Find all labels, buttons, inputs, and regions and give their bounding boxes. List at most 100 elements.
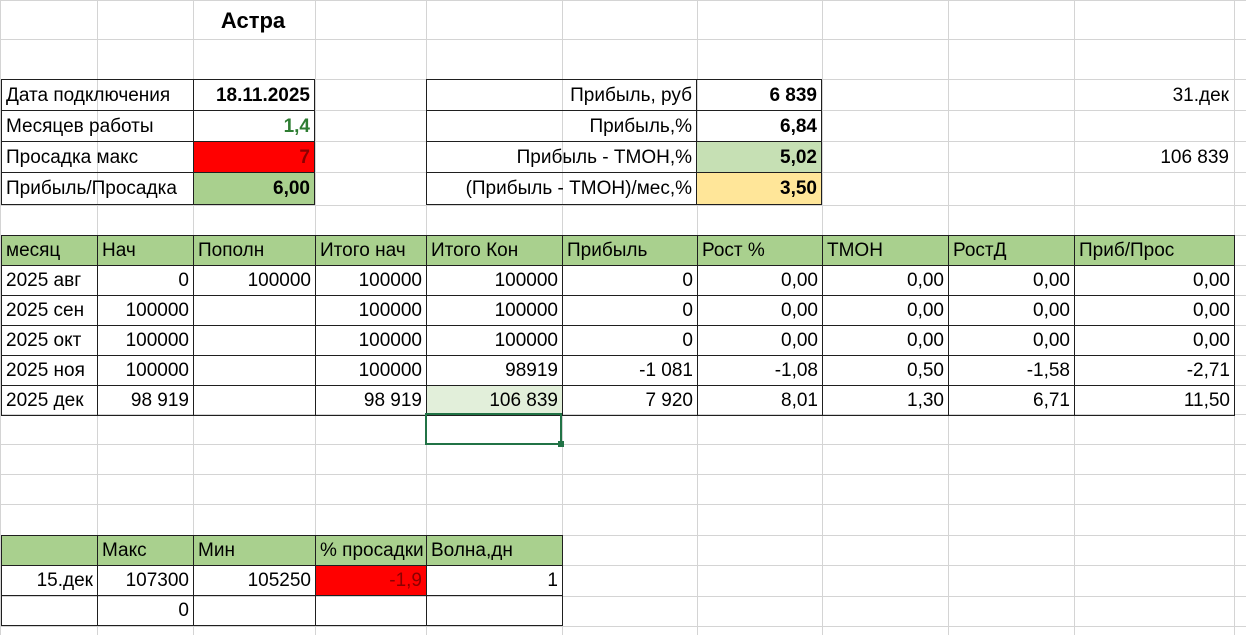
table-cell[interactable]: 0,00 [948, 265, 1075, 296]
table-cell[interactable]: 0,00 [697, 265, 823, 296]
table-cell[interactable]: 0,00 [948, 295, 1075, 326]
profit-per-month-label[interactable]: (Прибыль - ТМОН)/мес,% [426, 172, 697, 205]
table-cell[interactable]: -1,08 [697, 355, 823, 386]
table-cell[interactable]: 0,00 [1074, 295, 1235, 326]
table-cell[interactable]: 100000 [97, 325, 194, 356]
table-header-cell[interactable]: Итого Кон [426, 235, 563, 266]
profit-minus-tmon-value[interactable]: 5,02 [696, 141, 822, 173]
table-cell[interactable]: 98 919 [97, 385, 194, 416]
table-row-month[interactable]: 2025 сен [1, 295, 98, 326]
table-header-cell[interactable]: Прибыль [562, 235, 698, 266]
table-cell[interactable]: 0,00 [948, 325, 1075, 356]
table-cell[interactable]: 0,00 [1074, 265, 1235, 296]
wave-cell[interactable] [193, 595, 316, 626]
table-cell[interactable] [193, 325, 316, 356]
table-header-cell[interactable]: ТМОН [822, 235, 949, 266]
wave-cell[interactable] [315, 595, 427, 626]
table-cell[interactable] [193, 295, 316, 326]
table-header-cell[interactable]: Итого нач [315, 235, 427, 266]
table-cell[interactable]: -2,71 [1074, 355, 1235, 386]
table-cell[interactable]: 100000 [97, 355, 194, 386]
table-cell[interactable] [193, 355, 316, 386]
grid-row-line [0, 504, 1246, 505]
table-cell[interactable]: 98919 [426, 355, 563, 386]
table-cell[interactable] [193, 385, 316, 416]
max-drawdown-value[interactable]: 7 [193, 141, 315, 173]
table-cell[interactable]: 98 919 [315, 385, 427, 416]
table-row-month[interactable]: 2025 ноя [1, 355, 98, 386]
table-cell[interactable]: 11,50 [1074, 385, 1235, 416]
months-work-value[interactable]: 1,4 [193, 110, 315, 142]
table-cell[interactable]: 0 [97, 265, 194, 296]
side-date[interactable]: 31.дек [1073, 79, 1233, 111]
table-cell[interactable]: 0 [562, 265, 698, 296]
wave-header-cell[interactable]: % просадки [315, 535, 427, 566]
table-header-cell[interactable]: Приб/Прос [1074, 235, 1235, 266]
table-cell[interactable]: 0,00 [697, 295, 823, 326]
table-cell[interactable]: 100000 [426, 265, 563, 296]
table-cell[interactable]: 0,00 [822, 265, 949, 296]
wave-cell[interactable] [426, 595, 563, 626]
connect-date-label[interactable]: Дата подключения [1, 79, 194, 111]
table-header-cell[interactable]: Пополн [193, 235, 316, 266]
grid-row-line [0, 444, 1246, 445]
grid-row-line [0, 474, 1246, 475]
profit-drawdown-value[interactable]: 6,00 [193, 172, 315, 205]
table-header-cell[interactable]: Рост % [697, 235, 823, 266]
table-header-cell[interactable]: месяц [1, 235, 98, 266]
months-work-label[interactable]: Месяцев работы [1, 110, 194, 142]
selected-cell[interactable] [425, 413, 562, 445]
table-cell[interactable]: 0,00 [822, 295, 949, 326]
table-cell[interactable]: 0,00 [1074, 325, 1235, 356]
table-cell[interactable]: 100000 [193, 265, 316, 296]
wave-cell[interactable]: 0 [97, 595, 194, 626]
grid-row-line [0, 39, 1246, 40]
profit-pct-value[interactable]: 6,84 [696, 110, 822, 142]
table-cell[interactable]: 100000 [315, 355, 427, 386]
table-cell[interactable]: 100000 [315, 265, 427, 296]
table-cell[interactable]: 0,50 [822, 355, 949, 386]
wave-header-cell[interactable]: Волна,дн [426, 535, 563, 566]
table-cell[interactable]: 6,71 [948, 385, 1075, 416]
profit-rub-value[interactable]: 6 839 [696, 79, 822, 111]
table-cell[interactable]: 106 839 [426, 385, 563, 416]
wave-cell[interactable]: 1 [426, 565, 563, 596]
connect-date-value[interactable]: 18.11.2025 [193, 79, 315, 111]
profit-drawdown-label[interactable]: Прибыль/Просадка [1, 172, 194, 205]
table-cell[interactable]: 1,30 [822, 385, 949, 416]
table-cell[interactable]: 100000 [426, 295, 563, 326]
table-cell[interactable]: -1,58 [948, 355, 1075, 386]
table-cell[interactable]: 100000 [315, 295, 427, 326]
wave-cell[interactable]: 105250 [193, 565, 316, 596]
table-cell[interactable]: -1 081 [562, 355, 698, 386]
max-drawdown-label[interactable]: Просадка макс [1, 141, 194, 173]
table-cell[interactable]: 0 [562, 325, 698, 356]
profit-minus-tmon-label[interactable]: Прибыль - ТМОН,% [426, 141, 697, 173]
wave-cell[interactable] [1, 595, 98, 626]
table-cell[interactable]: 0,00 [697, 325, 823, 356]
wave-header-cell[interactable] [1, 535, 98, 566]
table-cell[interactable]: 0 [562, 295, 698, 326]
table-header-cell[interactable]: РостД [948, 235, 1075, 266]
fill-handle[interactable] [558, 441, 564, 447]
sheet-title: Астра [220, 8, 286, 33]
wave-header-cell[interactable]: Мин [193, 535, 316, 566]
table-cell[interactable]: 8,01 [697, 385, 823, 416]
profit-rub-label[interactable]: Прибыль, руб [426, 79, 697, 111]
wave-cell[interactable]: 15.дек [1, 565, 98, 596]
wave-cell[interactable]: -1,9 [315, 565, 427, 596]
table-row-month[interactable]: 2025 дек [1, 385, 98, 416]
table-cell[interactable]: 100000 [97, 295, 194, 326]
profit-pct-label[interactable]: Прибыль,% [426, 110, 697, 142]
table-cell[interactable]: 100000 [426, 325, 563, 356]
side-amount[interactable]: 106 839 [1073, 141, 1233, 173]
wave-cell[interactable]: 107300 [97, 565, 194, 596]
table-cell[interactable]: 7 920 [562, 385, 698, 416]
table-cell[interactable]: 0,00 [822, 325, 949, 356]
table-row-month[interactable]: 2025 окт [1, 325, 98, 356]
profit-per-month-value[interactable]: 3,50 [696, 172, 822, 205]
table-row-month[interactable]: 2025 авг [1, 265, 98, 296]
table-cell[interactable]: 100000 [315, 325, 427, 356]
table-header-cell[interactable]: Нач [97, 235, 194, 266]
wave-header-cell[interactable]: Макс [97, 535, 194, 566]
